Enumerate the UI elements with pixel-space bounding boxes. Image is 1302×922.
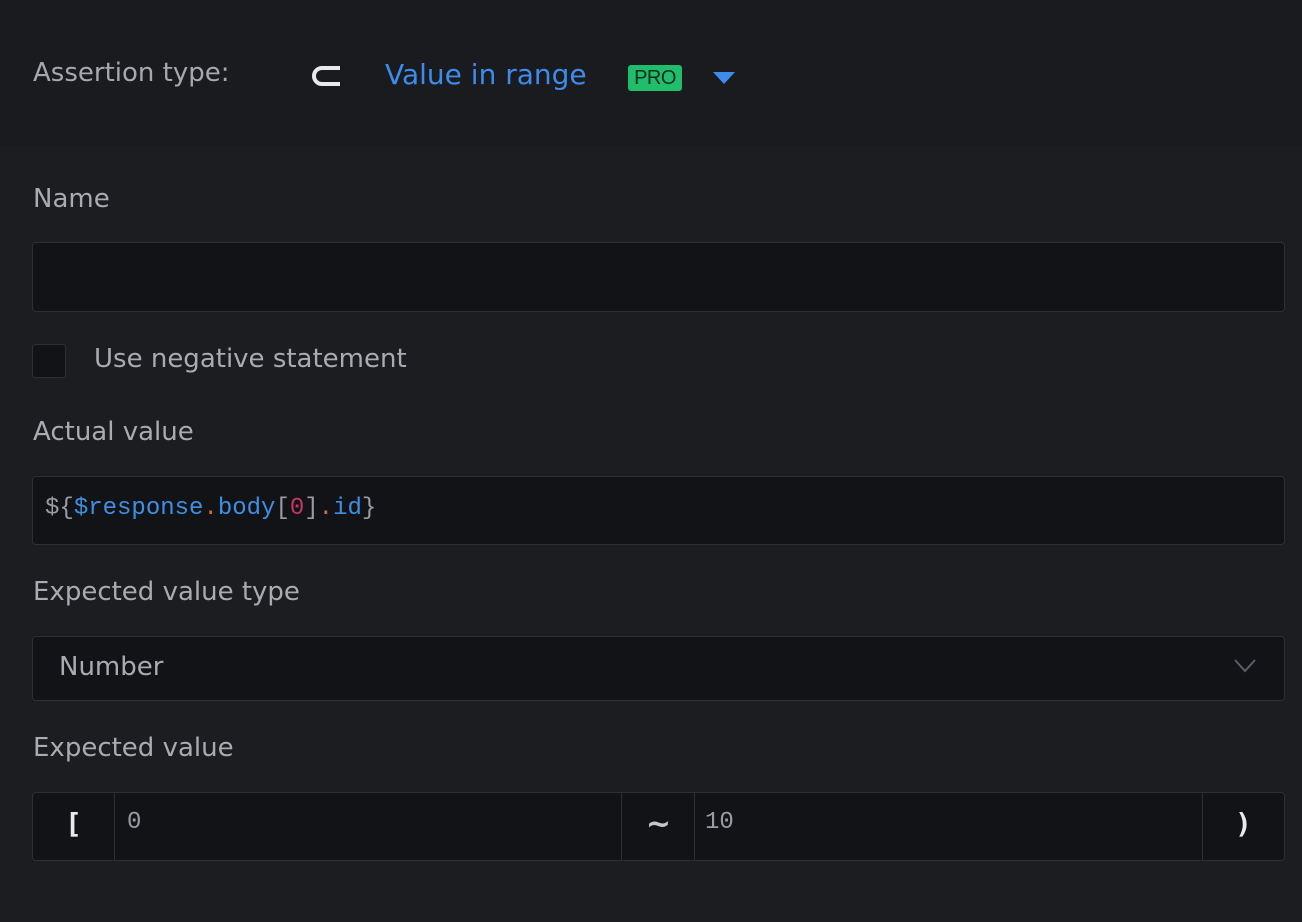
actual-value-label: Actual value [33, 417, 194, 447]
expr-bracket-close: ] [304, 495, 319, 522]
expr-close: } [361, 495, 377, 522]
lower-bracket: [ [65, 807, 82, 840]
assertion-type-dropdown[interactable]: Value in range [385, 58, 587, 91]
subset-icon [312, 66, 340, 86]
expr-dot: . [203, 495, 218, 522]
expr-property: id [333, 495, 362, 522]
range-lower-value: 0 [127, 809, 142, 836]
negative-statement-label: Use negative statement [94, 344, 407, 374]
expected-type-value: Number [59, 652, 164, 682]
expr-variable: $response [73, 495, 204, 522]
assertion-type-label: Assertion type: [33, 58, 230, 88]
range-upper-input[interactable]: 10 [695, 793, 1203, 860]
range-upper-value: 10 [705, 809, 734, 836]
expected-value-label: Expected value [33, 733, 234, 763]
expr-property: body [217, 495, 276, 522]
caret-down-icon[interactable] [712, 70, 736, 86]
negative-statement-checkbox[interactable] [32, 344, 66, 378]
range-input-group: [ 0 ~ 10 ) [32, 792, 1285, 861]
expr-open: ${ [45, 495, 74, 522]
upper-bound-toggle[interactable]: ) [1203, 793, 1284, 860]
expr-dot: . [318, 495, 334, 522]
range-tilde: ~ [645, 807, 672, 842]
expr-index: 0 [289, 495, 305, 522]
lower-bound-toggle[interactable]: [ [33, 793, 115, 860]
expected-type-label: Expected value type [33, 577, 300, 607]
actual-value-expression: ${$response.body[0].id} [45, 495, 376, 522]
assertion-type-header: Assertion type: Value in range PRO [0, 0, 1302, 146]
name-input[interactable] [32, 242, 1285, 312]
range-lower-input[interactable]: 0 [115, 793, 622, 860]
pro-badge: PRO [628, 65, 682, 91]
expected-type-select[interactable] [32, 636, 1285, 701]
expr-bracket-open: [ [275, 495, 290, 522]
chevron-down-icon [1234, 659, 1256, 673]
name-label: Name [33, 184, 110, 214]
upper-bracket: ) [1235, 807, 1252, 840]
range-separator: ~ [622, 793, 695, 860]
